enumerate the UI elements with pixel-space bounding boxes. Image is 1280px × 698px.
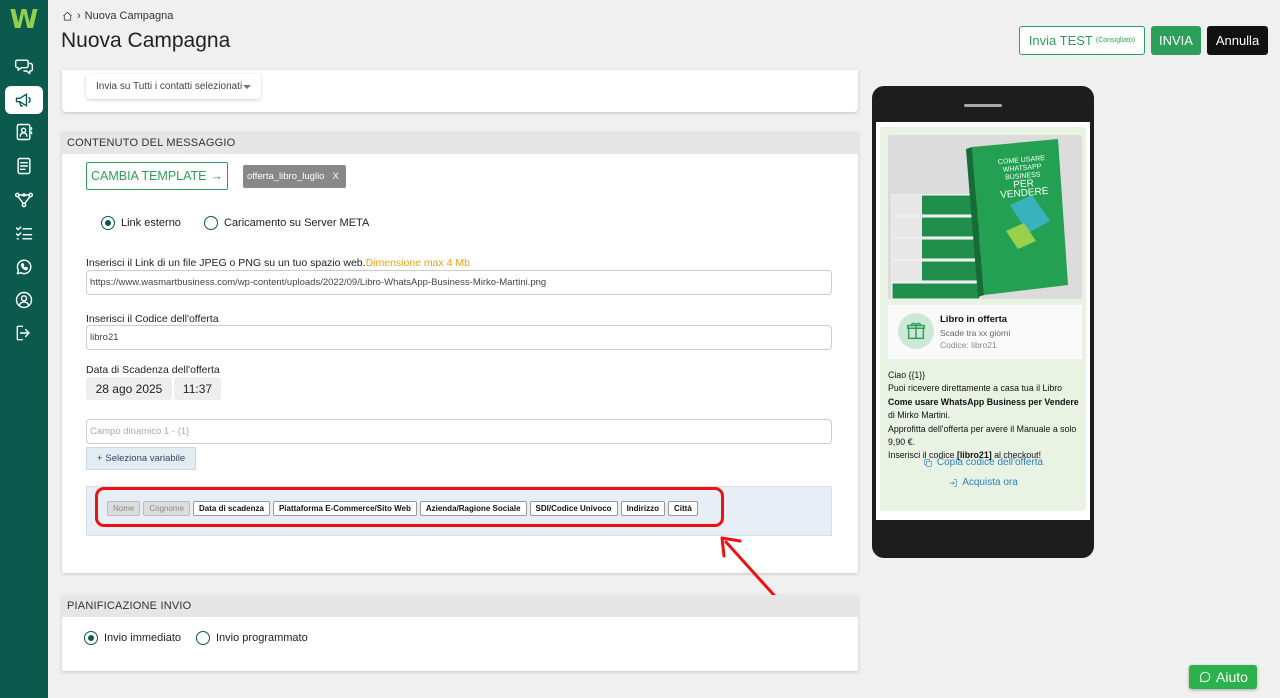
send-test-hint: (Consigliato) [1095,37,1136,44]
send-test-label: Invia TEST [1028,33,1093,48]
book-cover-title-text: COME USARE WHATSAPP BUSINESS [997,155,1046,182]
radio-send-scheduled[interactable]: Invio programmato [196,631,308,645]
variable-chip[interactable]: Data di scadenza [193,501,270,516]
chat-icon[interactable] [8,53,40,79]
offer-code-input[interactable]: libro21 [86,325,832,350]
message-bubble: COME USARE WHATSAPP BUSINESS PER VENDERE… [880,127,1086,511]
breadcrumb: › Nuova Campagna [62,10,173,22]
offer-title: Libro in offerta [940,314,1008,325]
code-field-label: Inserisci il Codice dell'offerta [86,313,219,325]
radio-button-checked[interactable] [101,216,115,230]
select-variable-label: Seleziona variabile [105,453,186,464]
variable-chip: Cognome [143,501,191,516]
copy-code-button[interactable]: Copia codice dell'offerta [880,457,1086,468]
recipients-select-value: Invia su Tutti i contatti selezionati [96,81,243,92]
arrow-right-icon: → [210,169,224,183]
expiry-date-picker[interactable]: 28 ago 2025 [86,377,172,400]
variable-chip[interactable]: Piattaforma E-Commerce/Sito Web [272,501,417,516]
recipients-select[interactable]: Invia su Tutti i contatti selezionati [86,74,261,99]
message-line-1: Puoi ricevere direttamente a casa tua il… [888,383,1063,394]
book-image: COME USARE WHATSAPP BUSINESS PER VENDERE [888,135,1082,299]
radio-button-unchecked[interactable] [196,631,210,645]
caret-down-icon [243,85,251,89]
radio-send-now[interactable]: Invio immediato [84,631,181,645]
help-button[interactable]: Aiuto [1189,665,1257,689]
document-icon[interactable] [8,153,40,179]
select-variable-button[interactable]: + Seleziona variabile [86,447,196,470]
home-icon[interactable] [62,11,73,22]
buy-now-button[interactable]: Acquista ora [880,477,1086,488]
planning-section-title: PIANIFICAZIONE INVIO [62,595,858,617]
message-content-card: CONTENUTO DEL MESSAGGIO CAMBIA TEMPLATE … [62,132,858,573]
open-link-icon [949,478,957,487]
whatsapp-icon[interactable] [8,254,40,280]
page-title: Nuova Campagna [61,29,231,52]
whatsapp-icon [1199,671,1211,683]
help-label: Aiuto [1216,669,1248,685]
template-tag: offerta_libro_luglio X [243,165,346,188]
remove-template-button[interactable]: X [332,171,338,182]
send-button[interactable]: INVIA [1151,26,1201,55]
offer-expiry: Scade tra xx giorni [940,328,1011,338]
checklist-icon[interactable] [8,220,40,246]
expiry-time-picker[interactable]: 11:37 [174,377,221,400]
book-cover-title: COME USARE WHATSAPP BUSINESS PER VENDERE [986,154,1059,202]
image-link-input[interactable]: https://www.wasmartbusiness.com/wp-conte… [86,270,832,295]
offer-code: Codice: libro21 [940,340,997,350]
radio-external-label: Link esterno [121,217,181,229]
radio-button-unchecked[interactable] [204,216,218,230]
variable-chip[interactable]: Città [668,501,698,516]
flow-icon[interactable] [8,187,40,213]
variable-chip: Nome [107,501,141,516]
variable-chips: Nome Cognome Data di scadenza Piattaforma E… [107,501,698,516]
logout-icon[interactable] [8,320,40,346]
breadcrumb-separator: › [77,10,81,22]
breadcrumb-current: Nuova Campagna [84,10,174,22]
change-template-label: CAMBIA TEMPLATE [90,169,207,183]
message-section-title: CONTENUTO DEL MESSAGGIO [62,132,858,154]
variable-chip[interactable]: Azienda/Ragione Sociale [419,501,527,516]
message-greeting: Ciao {{1}} [888,370,926,380]
message-book-title: Come usare WhatsApp Business per Vendere [888,396,1079,407]
radio-send-scheduled-label: Invio programmato [216,632,308,644]
message-author: di Mirko Martini. [888,410,951,421]
user-icon[interactable] [8,287,40,313]
radio-upload-label: Caricamento su Server META [224,217,370,229]
phone-screen: COME USARE WHATSAPP BUSINESS PER VENDERE… [876,122,1090,520]
dynamic-field-input[interactable]: Campo dinamico 1 - {1} [86,419,832,444]
megaphone-icon[interactable] [5,86,43,114]
message-line-book: Come usare WhatsApp Business per Vendere… [888,396,1084,423]
message-body: Ciao {{1}} Puoi ricevere direttamente a … [888,369,1084,463]
recipients-card: Invia su Tutti i contatti selezionati [62,70,858,112]
link-label-text: Inserisci il Link di un file JPEG o PNG … [86,257,366,269]
send-test-button[interactable]: Invia TEST (Consigliato) [1019,26,1145,55]
message-line-3: Approfitta dell'offerta per avere il Man… [888,423,1077,448]
copy-code-label: Copia codice dell'offerta [936,457,1044,468]
link-field-label: Inserisci il Link di un file JPEG o PNG … [86,257,470,269]
radio-meta-upload[interactable]: Caricamento su Server META [204,216,369,230]
radio-external-link[interactable]: Link esterno [101,216,181,230]
offer-card: Libro in offerta Scade tra xx giorni Cod… [888,305,1082,359]
expiry-field-label: Data di Scadenza dell'offerta [86,364,220,376]
app-logo[interactable]: W [6,6,42,34]
phone-speaker [964,104,1002,107]
sidebar: W [0,0,48,698]
gift-icon [898,313,934,349]
plus-icon: + [96,453,103,464]
planning-card: PIANIFICAZIONE INVIO Invio immediato Inv… [62,595,858,671]
variable-chip[interactable]: Indirizzo [620,501,666,516]
change-template-button[interactable]: CAMBIA TEMPLATE → [86,162,228,190]
link-size-note: Dimensione max 4 Mb [365,257,471,269]
cancel-button[interactable]: Annulla [1207,26,1268,55]
variable-chip[interactable]: SDI/Codice Univoco [529,501,618,516]
contacts-icon[interactable] [8,119,40,145]
radio-button-checked[interactable] [84,631,98,645]
radio-send-now-label: Invio immediato [104,632,182,644]
phone-preview: COME USARE WHATSAPP BUSINESS PER VENDERE… [872,86,1094,558]
template-tag-label: offerta_libro_luglio [247,171,325,182]
copy-icon [924,458,932,467]
buy-now-label: Acquista ora [962,477,1018,488]
